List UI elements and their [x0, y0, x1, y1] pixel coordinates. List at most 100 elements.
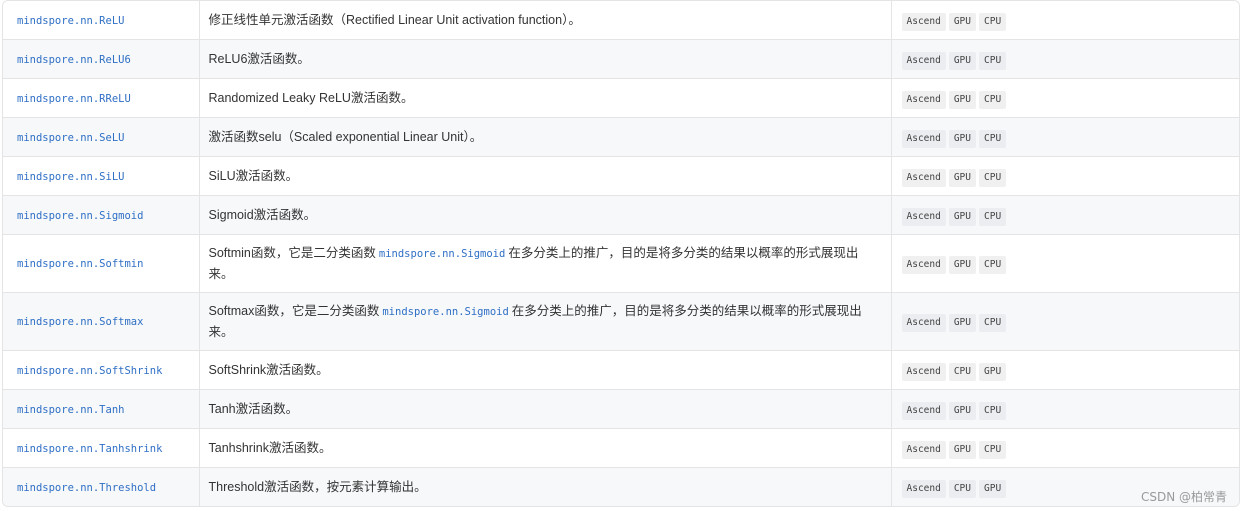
platform-badge: Ascend	[901, 256, 946, 274]
table-row: mindspore.nn.Threshold Threshold激活函数，按元素…	[3, 467, 1239, 506]
description-text: Softmax函数，它是二分类函数	[208, 304, 380, 318]
description-cell: Softmax函数，它是二分类函数 mindspore.nn.Sigmoid 在多分…	[199, 292, 892, 351]
platform-cell: Ascend GPU CPU	[891, 234, 1239, 293]
platform-badge: Ascend	[901, 51, 946, 70]
api-link-tanh[interactable]: mindspore.nn.Tanh	[17, 404, 124, 416]
api-cell: mindspore.nn.Softmax	[3, 292, 200, 351]
platform-badge: CPU	[948, 479, 976, 498]
sigmoid-code-link[interactable]: mindspore.nn.Sigmoid	[379, 248, 505, 260]
description-cell: Threshold激活函数，按元素计算输出。	[199, 467, 892, 506]
table-row: mindspore.nn.Softmin Softmin函数，它是二分类函数 mi…	[3, 234, 1239, 293]
description-cell: 修正线性单元激活函数（Rectified Linear Unit activat…	[199, 1, 892, 40]
platform-badge: GPU	[948, 401, 976, 420]
table-row: mindspore.nn.SoftShrink SoftShrink激活函数。 …	[3, 350, 1239, 390]
platform-badge: GPU	[948, 90, 976, 109]
table-row: mindspore.nn.SeLU 激活函数selu（Scaled expone…	[3, 117, 1239, 157]
sigmoid-code-link[interactable]: mindspore.nn.Sigmoid	[382, 306, 508, 318]
table-row: mindspore.nn.Softmax Softmax函数，它是二分类函数 mi…	[3, 292, 1239, 351]
api-link-relu[interactable]: mindspore.nn.ReLU	[17, 15, 124, 27]
platform-badge: CPU	[979, 168, 1007, 187]
api-link-relu6[interactable]: mindspore.nn.ReLU6	[17, 54, 131, 66]
description-cell: Randomized Leaky ReLU激活函数。	[199, 78, 892, 118]
description-cell: Sigmoid激活函数。	[199, 195, 892, 235]
platform-badge: Ascend	[901, 440, 946, 459]
api-cell: mindspore.nn.Threshold	[3, 467, 200, 506]
table-row: mindspore.nn.Tanhshrink Tanhshrink激活函数。 …	[3, 428, 1239, 468]
api-link-tanhshrink[interactable]: mindspore.nn.Tanhshrink	[17, 443, 162, 455]
platform-badge: GPU	[948, 256, 976, 274]
platform-cell: Ascend CPU GPU	[891, 350, 1239, 390]
platform-badge: Ascend	[901, 401, 946, 420]
description-cell: SoftShrink激活函数。	[199, 350, 892, 390]
table-row: mindspore.nn.SiLU SiLU激活函数。 Ascend GPU CPU	[3, 156, 1239, 196]
api-link-silu[interactable]: mindspore.nn.SiLU	[17, 171, 124, 183]
api-cell: mindspore.nn.Tanh	[3, 389, 200, 429]
platform-badge: GPU	[948, 168, 976, 187]
platform-badge: Ascend	[901, 168, 946, 187]
api-link-softshrink[interactable]: mindspore.nn.SoftShrink	[17, 365, 162, 377]
api-link-softmin[interactable]: mindspore.nn.Softmin	[17, 258, 143, 270]
platform-badge: CPU	[979, 401, 1007, 420]
api-cell: mindspore.nn.SiLU	[3, 156, 200, 196]
platform-badge: GPU	[948, 314, 976, 332]
api-cell: mindspore.nn.ReLU6	[3, 39, 200, 79]
api-cell: mindspore.nn.Tanhshrink	[3, 428, 200, 468]
api-table-container: mindspore.nn.ReLU 修正线性单元激活函数（Rectified L…	[2, 0, 1240, 507]
platform-badge: GPU	[979, 479, 1007, 498]
api-cell: mindspore.nn.SeLU	[3, 117, 200, 157]
api-cell: mindspore.nn.RReLU	[3, 78, 200, 118]
platform-badge: GPU	[979, 362, 1007, 381]
platform-cell: Ascend GPU CPU	[891, 156, 1239, 196]
api-cell: mindspore.nn.Softmin	[3, 234, 200, 293]
csdn-watermark: CSDN @柏常青	[1140, 490, 1227, 504]
description-text: Softmin函数，它是二分类函数	[208, 246, 376, 260]
table-row: mindspore.nn.ReLU6 ReLU6激活函数。 Ascend GPU C…	[3, 39, 1239, 79]
description-cell: SiLU激活函数。	[199, 156, 892, 196]
platform-cell: Ascend GPU CPU	[891, 1, 1239, 40]
api-link-rrelu[interactable]: mindspore.nn.RReLU	[17, 93, 131, 105]
description-cell: Tanhshrink激活函数。	[199, 428, 892, 468]
api-link-selu[interactable]: mindspore.nn.SeLU	[17, 132, 124, 144]
api-link-sigmoid[interactable]: mindspore.nn.Sigmoid	[17, 210, 143, 222]
platform-cell: Ascend GPU CPU	[891, 78, 1239, 118]
platform-badge: CPU	[979, 440, 1007, 459]
platform-badge: GPU	[948, 440, 976, 459]
platform-badge: Ascend	[901, 479, 946, 498]
platform-badge: CPU	[979, 314, 1007, 332]
platform-badge: CPU	[979, 51, 1007, 70]
platform-cell: Ascend GPU CPU	[891, 117, 1239, 157]
description-cell: Tanh激活函数。	[199, 389, 892, 429]
platform-cell: Ascend GPU CPU	[891, 389, 1239, 429]
api-cell: mindspore.nn.Sigmoid	[3, 195, 200, 235]
platform-cell: Ascend GPU CPU	[891, 39, 1239, 79]
table-row: mindspore.nn.ReLU 修正线性单元激活函数（Rectified L…	[3, 1, 1239, 40]
platform-cell: Ascend GPU CPU	[891, 195, 1239, 235]
table-row: mindspore.nn.RReLU Randomized Leaky ReLU…	[3, 78, 1239, 118]
platform-badge: CPU	[979, 90, 1007, 109]
platform-badge: GPU	[948, 129, 976, 148]
platform-badge: GPU	[948, 12, 976, 31]
api-link-softmax[interactable]: mindspore.nn.Softmax	[17, 316, 143, 328]
api-link-threshold[interactable]: mindspore.nn.Threshold	[17, 482, 156, 494]
platform-cell: Ascend GPU CPU	[891, 428, 1239, 468]
description-cell: ReLU6激活函数。	[199, 39, 892, 79]
platform-badge: Ascend	[901, 314, 946, 332]
platform-cell: Ascend GPU CPU	[891, 292, 1239, 351]
platform-badge: CPU	[979, 129, 1007, 148]
api-cell: mindspore.nn.SoftShrink	[3, 350, 200, 390]
table-row: mindspore.nn.Sigmoid Sigmoid激活函数。 Ascend…	[3, 195, 1239, 235]
platform-badge: Ascend	[901, 207, 946, 226]
platform-badge: Ascend	[901, 12, 946, 31]
table-row: mindspore.nn.Tanh Tanh激活函数。 Ascend GPU CPU	[3, 389, 1239, 429]
platform-badge: Ascend	[901, 362, 946, 381]
platform-badge: Ascend	[901, 129, 946, 148]
api-cell: mindspore.nn.ReLU	[3, 1, 200, 40]
description-cell: Softmin函数，它是二分类函数 mindspore.nn.Sigmoid 在多分…	[199, 234, 892, 293]
platform-badge: CPU	[948, 362, 976, 381]
platform-badge: CPU	[979, 207, 1007, 226]
activation-api-table: mindspore.nn.ReLU 修正线性单元激活函数（Rectified L…	[3, 1, 1239, 506]
platform-badge: CPU	[979, 256, 1007, 274]
platform-badge: GPU	[948, 51, 976, 70]
platform-badge: CPU	[979, 12, 1007, 31]
description-cell: 激活函数selu（Scaled exponential Linear Unit）…	[199, 117, 892, 157]
